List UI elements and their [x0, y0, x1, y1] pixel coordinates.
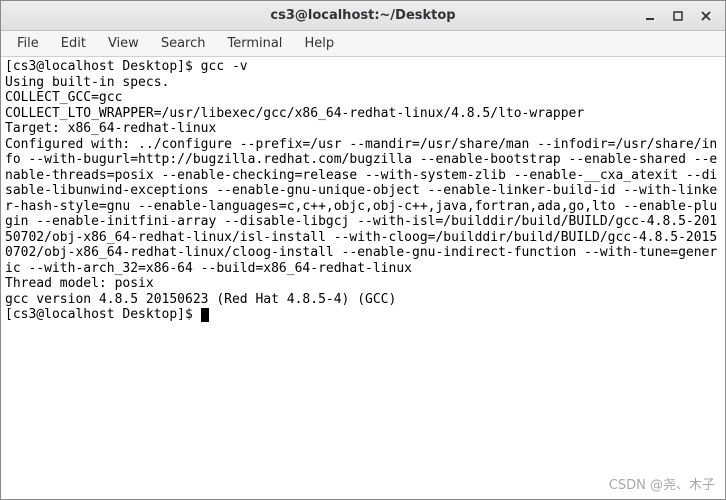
- maximize-icon: [673, 11, 683, 21]
- maximize-button[interactable]: [665, 5, 691, 27]
- minimize-icon: [645, 11, 655, 21]
- menu-search[interactable]: Search: [151, 34, 216, 53]
- command-text: gcc -v: [201, 59, 248, 74]
- window-title: cs3@localhost:~/Desktop: [1, 8, 725, 23]
- minimize-button[interactable]: [637, 5, 663, 27]
- terminal-area[interactable]: [cs3@localhost Desktop]$ gcc -v Using bu…: [1, 57, 725, 499]
- menubar: File Edit View Search Terminal Help: [1, 31, 725, 57]
- shell-prompt: [cs3@localhost Desktop]$: [5, 59, 201, 74]
- shell-prompt: [cs3@localhost Desktop]$: [5, 307, 201, 322]
- command-output: Using built-in specs. COLLECT_GCC=gcc CO…: [5, 75, 717, 307]
- text-cursor: [201, 308, 209, 322]
- menu-view[interactable]: View: [98, 34, 149, 53]
- titlebar: cs3@localhost:~/Desktop: [1, 1, 725, 31]
- close-button[interactable]: [693, 5, 719, 27]
- window-controls: [637, 5, 725, 27]
- close-icon: [701, 11, 711, 21]
- menu-edit[interactable]: Edit: [51, 34, 96, 53]
- terminal-window: cs3@localhost:~/Desktop File Edi: [0, 0, 726, 500]
- menu-help[interactable]: Help: [294, 34, 344, 53]
- menu-terminal[interactable]: Terminal: [217, 34, 292, 53]
- menu-file[interactable]: File: [7, 34, 49, 53]
